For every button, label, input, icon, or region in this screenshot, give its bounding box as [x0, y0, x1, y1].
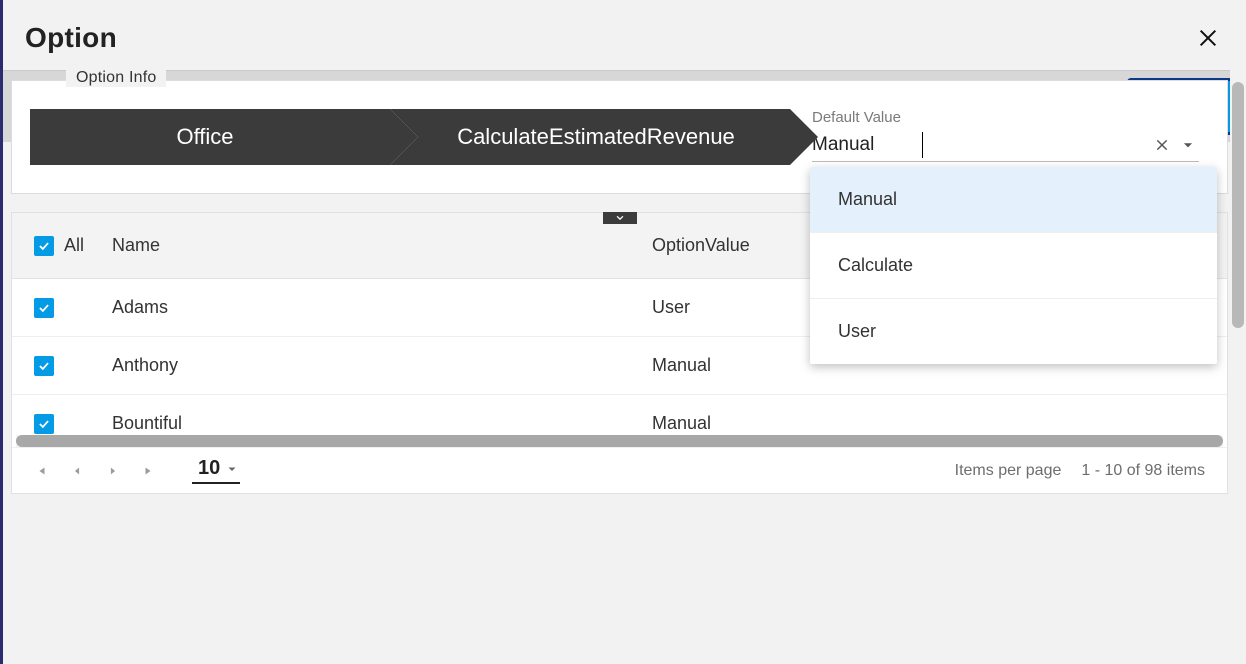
header-all-cell: All: [34, 235, 112, 256]
pager-last[interactable]: [142, 465, 156, 477]
modal-header: Option: [3, 0, 1246, 70]
grid-expand-tab[interactable]: [603, 212, 637, 224]
caret-down-icon: [226, 463, 238, 475]
check-icon: [37, 301, 51, 315]
default-value-input-wrap[interactable]: [812, 128, 1199, 162]
dropdown-option-user[interactable]: User: [810, 299, 1217, 364]
default-value-actions: [1151, 134, 1199, 156]
text-cursor: [922, 132, 923, 158]
modal-vertical-scroll-thumb[interactable]: [1232, 82, 1244, 328]
row-checkbox[interactable]: [34, 356, 54, 376]
breadcrumb-level-2[interactable]: CalculateEstimatedRevenue: [390, 109, 790, 165]
close-button[interactable]: [1194, 24, 1222, 52]
option-info-row: Office CalculateEstimatedRevenue Default…: [30, 109, 1209, 165]
pager-info: Items per page 1 - 10 of 98 items: [955, 462, 1205, 480]
row-name: Anthony: [112, 355, 652, 376]
grid-horizontal-scroll-thumb[interactable]: [16, 435, 1223, 447]
dropdown-option-manual[interactable]: Manual: [810, 167, 1217, 233]
modal-vertical-scrollbar[interactable]: [1230, 70, 1246, 592]
default-value-label: Default Value: [812, 109, 1199, 126]
chevron-down-icon: [614, 213, 626, 223]
breadcrumb-level-2-label: CalculateEstimatedRevenue: [457, 124, 735, 150]
pager-first[interactable]: [34, 465, 48, 477]
last-page-icon: [143, 465, 155, 477]
breadcrumb-level-1[interactable]: Office: [30, 109, 390, 165]
close-icon: [1154, 137, 1170, 153]
modal-title: Option: [25, 22, 117, 54]
row-checkbox[interactable]: [34, 414, 54, 434]
content: Option Info Office CalculateEstimatedRev…: [11, 70, 1228, 494]
row-option-value: Manual: [652, 413, 1227, 434]
option-modal: Option Option Info Office CalculateEstim…: [0, 0, 1246, 664]
items-per-page-label: Items per page: [955, 462, 1062, 480]
header-all-label: All: [64, 235, 84, 256]
default-value-field: Default Value: [812, 109, 1209, 162]
option-info-legend: Option Info: [66, 70, 166, 87]
grid-pager: 10 Items per page 1 - 10 of 98 items: [12, 447, 1227, 493]
row-name: Bountiful: [112, 413, 652, 434]
dropdown-option-calculate[interactable]: Calculate: [810, 233, 1217, 299]
option-info-panel: Option Info Office CalculateEstimatedRev…: [11, 80, 1228, 194]
chevron-right-icon: [108, 466, 118, 476]
close-icon: [1197, 27, 1219, 49]
chevron-left-icon: [72, 466, 82, 476]
pager-prev[interactable]: [70, 466, 84, 476]
check-icon: [37, 359, 51, 373]
first-page-icon: [35, 465, 47, 477]
grid-horizontal-scrollbar[interactable]: [16, 435, 1223, 447]
header-name[interactable]: Name: [112, 235, 652, 256]
page-size-select[interactable]: 10: [192, 457, 240, 484]
breadcrumb: Office CalculateEstimatedRevenue: [30, 109, 790, 165]
page-size-value: 10: [198, 457, 220, 480]
pager-next[interactable]: [106, 466, 120, 476]
default-value-input[interactable]: [812, 134, 922, 156]
pager-controls: 10: [34, 457, 240, 484]
select-all-checkbox[interactable]: [34, 236, 54, 256]
modal-body: Option Info Office CalculateEstimatedRev…: [3, 70, 1246, 664]
caret-down-icon: [1181, 138, 1195, 152]
pager-range: 1 - 10 of 98 items: [1081, 462, 1205, 480]
check-icon: [37, 239, 51, 253]
dropdown-toggle[interactable]: [1177, 134, 1199, 156]
breadcrumb-level-1-label: Office: [176, 124, 233, 150]
check-icon: [37, 417, 51, 431]
row-name: Adams: [112, 297, 652, 318]
clear-button[interactable]: [1151, 134, 1173, 156]
default-value-dropdown: Manual Calculate User: [810, 167, 1217, 364]
row-checkbox[interactable]: [34, 298, 54, 318]
